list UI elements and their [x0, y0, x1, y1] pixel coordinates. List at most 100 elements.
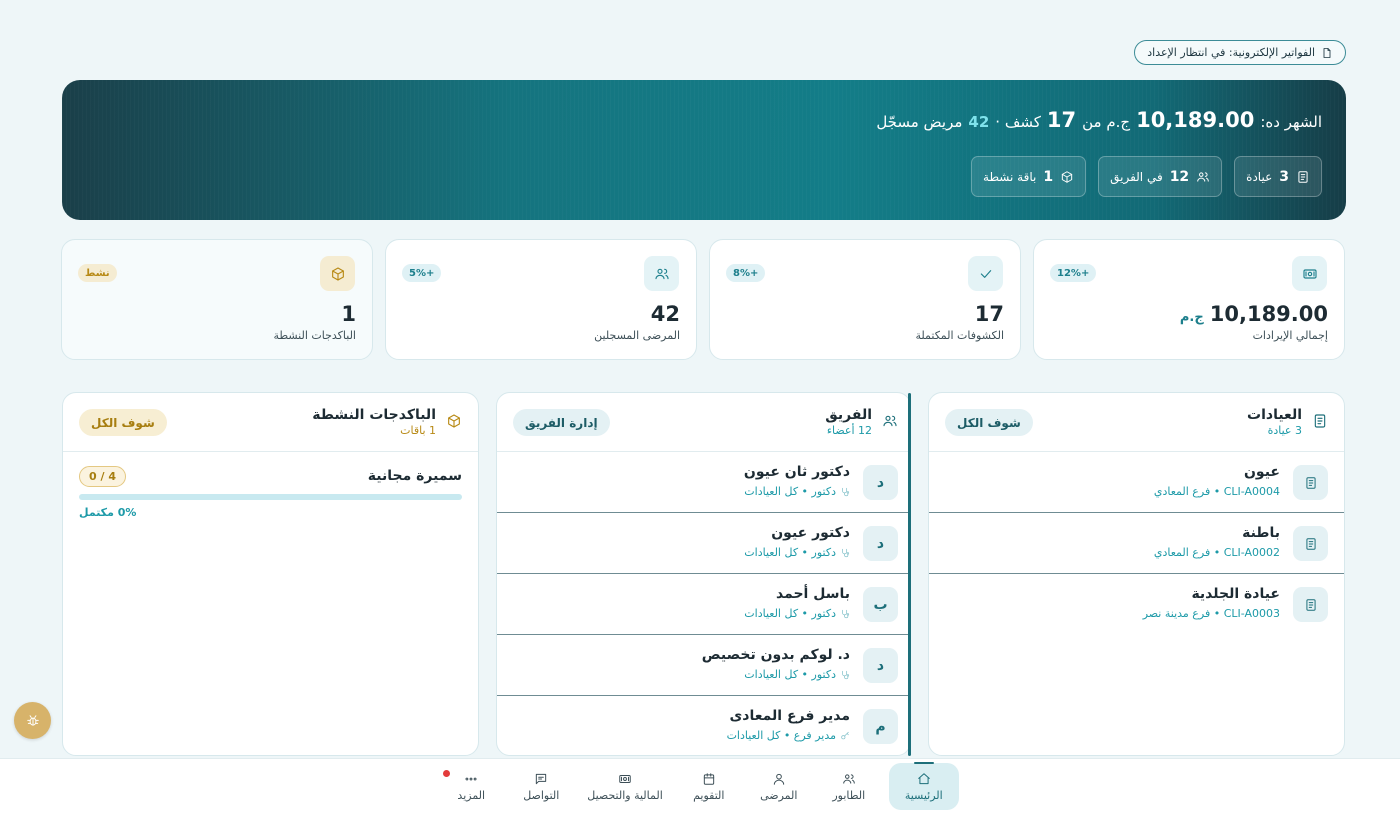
member-role-text: مدير فرع • كل العيادات	[726, 729, 836, 742]
cash-icon	[618, 772, 632, 786]
nav-label: التواصل	[523, 788, 560, 802]
member-role-text: دكتور • كل العيادات	[744, 546, 836, 559]
check-icon	[968, 256, 1003, 291]
clinic-row[interactable]: عيادة الجلدية CLI-A0003 • فرع مدينة نصر	[929, 574, 1344, 635]
hero-patients-label: مريض مسجّل	[876, 113, 963, 131]
avatar: د	[863, 526, 898, 561]
chip-packages-value: 1	[1043, 168, 1054, 185]
member-role-text: دكتور • كل العيادات	[744, 485, 836, 498]
nav-label: الرئيسية	[904, 788, 943, 802]
clinics-panel-header: العيادات 3 عيادة شوف الكل	[929, 393, 1344, 452]
clinic-icon	[1296, 170, 1310, 184]
member-role-text: دكتور • كل العيادات	[744, 607, 836, 620]
clinics-view-all-button[interactable]: شوف الكل	[945, 409, 1033, 436]
package-progress-label: 0% مكتمل	[79, 506, 137, 519]
packages-panel: الباكدجات النشطة 1 باقات شوف الكل سميرة …	[62, 392, 479, 756]
stat-value: 1	[341, 302, 356, 326]
chat-icon	[534, 772, 548, 786]
avatar: د	[863, 465, 898, 500]
stethoscope-icon	[840, 487, 850, 497]
clinic-icon	[1312, 413, 1328, 429]
avatar: د	[863, 648, 898, 683]
nav-label: المرضى	[760, 788, 798, 802]
nav-messages[interactable]: التواصل	[511, 763, 571, 810]
key-icon	[840, 731, 850, 741]
stat-value: 42	[651, 302, 680, 326]
bottom-nav-items: الرئيسية الطابور المرضى التقويم المالية …	[0, 762, 1400, 810]
stat-trend-badge: +8%	[726, 264, 766, 282]
hero-visits-label: كشف ·	[995, 113, 1041, 131]
team-member-row[interactable]: د د. لوكم بدون تخصيص دكتور • كل العيادات	[497, 635, 910, 696]
clinic-name: عيون	[1243, 464, 1280, 480]
clinic-avatar	[1293, 526, 1328, 561]
manage-team-button[interactable]: إدارة الفريق	[513, 409, 610, 436]
stat-number: 10,189.00	[1209, 302, 1328, 326]
member-name: باسل أحمد	[775, 586, 850, 602]
packages-panel-header: الباكدجات النشطة 1 باقات شوف الكل	[63, 393, 478, 452]
stat-label: إجمالي الإيرادات	[1252, 329, 1328, 342]
cash-icon	[1292, 256, 1327, 291]
stat-card-revenue[interactable]: +12% 10,189.00 ج.م إجمالي الإيرادات	[1033, 239, 1345, 360]
chip-packages[interactable]: 1 باقة نشطة	[971, 156, 1087, 197]
stat-status-badge: نشط	[78, 264, 117, 282]
team-member-row[interactable]: د دكتور عيون دكتور • كل العيادات	[497, 513, 910, 574]
calendar-icon	[702, 772, 716, 786]
hero-summary-line: الشهر ده: 10,189.00 ج.م من 17 كشف · 42 م…	[876, 108, 1322, 132]
member-name: مدير فرع المعادى	[729, 708, 850, 724]
team-icon	[882, 413, 898, 429]
chip-team[interactable]: 12 في الفريق	[1098, 156, 1223, 197]
hero-currency: ج.م من	[1082, 113, 1131, 131]
package-usage-count: 4 / 0	[79, 466, 126, 487]
stat-value: 10,189.00 ج.م	[1180, 302, 1328, 326]
more-icon	[464, 772, 478, 786]
member-name: دكتور عيون	[771, 525, 850, 541]
stat-trend-badge: +5%	[402, 264, 442, 282]
nav-label: الطابور	[832, 788, 866, 802]
member-role-text: دكتور • كل العيادات	[744, 668, 836, 681]
chip-clinics[interactable]: 3 عيادة	[1234, 156, 1322, 197]
stethoscope-icon	[840, 609, 850, 619]
clinic-row[interactable]: عيون CLI-A0004 • فرع المعادي	[929, 452, 1344, 513]
debug-fab[interactable]	[14, 702, 51, 739]
team-icon	[1196, 170, 1210, 184]
chip-team-label: في الفريق	[1110, 169, 1163, 184]
panel-title: الباكدجات النشطة	[312, 407, 436, 423]
clinic-name: عيادة الجلدية	[1191, 586, 1280, 602]
nav-queue[interactable]: الطابور	[819, 763, 879, 810]
stat-card-patients[interactable]: +5% 42 المرضى المسجلين	[385, 239, 697, 360]
clinic-detail: CLI-A0003 • فرع مدينة نصر	[1142, 607, 1280, 620]
nav-home[interactable]: الرئيسية	[888, 762, 959, 810]
clinic-detail: CLI-A0004 • فرع المعادي	[1153, 485, 1280, 498]
member-role: مدير فرع • كل العيادات	[727, 729, 850, 742]
nav-finance[interactable]: المالية والتحصيل	[581, 763, 669, 810]
nav-calendar[interactable]: التقويم	[679, 763, 739, 810]
team-member-row[interactable]: م مدير فرع المعادى مدير فرع • كل العيادا…	[497, 696, 910, 755]
member-name: د. لوكم بدون تخصيص	[701, 647, 850, 663]
hero-visits: 17	[1046, 108, 1077, 132]
stat-label: المرضى المسجلين	[594, 329, 680, 342]
team-panel-header: الفريق 12 أعضاء إدارة الفريق	[497, 393, 910, 452]
member-role: دكتور • كل العيادات	[744, 668, 850, 681]
nav-patients[interactable]: المرضى	[749, 763, 809, 810]
stethoscope-icon	[840, 548, 850, 558]
stat-unit: ج.م	[1179, 310, 1204, 325]
clinic-row[interactable]: باطنة CLI-A0002 • فرع المعادي	[929, 513, 1344, 574]
chip-clinics-label: عيادة	[1246, 169, 1273, 184]
chip-clinics-value: 3	[1279, 168, 1289, 185]
stat-card-visits[interactable]: +8% 17 الكشوفات المكتملة	[709, 239, 1021, 360]
packages-view-all-button[interactable]: شوف الكل	[79, 409, 167, 436]
einvoice-status-text: الفواتير الإلكترونية: في انتظار الإعداد	[1147, 46, 1315, 59]
queue-icon	[842, 772, 856, 786]
member-role: دكتور • كل العيادات	[744, 607, 850, 620]
nav-label: المزيد	[457, 788, 486, 802]
einvoice-status-pill[interactable]: الفواتير الإلكترونية: في انتظار الإعداد	[1134, 40, 1346, 65]
stat-number: 42	[650, 302, 680, 326]
stat-card-packages[interactable]: نشط 1 الباكدجات النشطة	[61, 239, 373, 360]
stat-number: 17	[974, 302, 1004, 326]
panel-title: الفريق	[825, 407, 872, 423]
package-icon	[446, 413, 462, 429]
nav-label: التقويم	[693, 788, 725, 802]
team-member-row[interactable]: ب باسل أحمد دكتور • كل العيادات	[497, 574, 910, 635]
team-member-row[interactable]: د دكتور ثان عيون دكتور • كل العيادات	[497, 452, 910, 513]
nav-more[interactable]: المزيد	[441, 763, 501, 810]
